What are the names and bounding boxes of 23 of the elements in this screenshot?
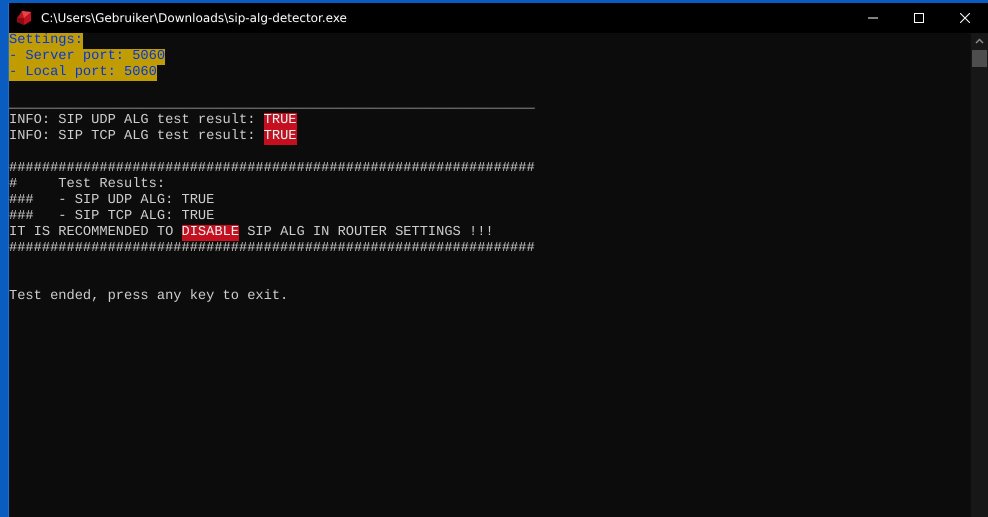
scrollbar[interactable] xyxy=(971,33,988,517)
console-text: IT IS RECOMMENDED TO xyxy=(9,225,174,241)
scroll-thumb[interactable] xyxy=(972,50,987,67)
console-text: INFO: SIP UDP ALG test result: xyxy=(9,113,256,129)
console-text: ################################################################ xyxy=(9,161,535,177)
console-text: Test ended, press any key to exit. xyxy=(9,289,288,305)
highlighted-text: - Server port: 5060 xyxy=(9,49,166,65)
console-text: SIP ALG IN ROUTER SETTINGS !!! xyxy=(246,225,494,241)
maximize-icon xyxy=(914,13,924,23)
console-text: ### - SIP UDP ALG: TRUE xyxy=(9,193,214,209)
ruby-icon xyxy=(15,9,33,27)
console-text: ### - SIP TCP ALG: TRUE xyxy=(9,209,214,225)
highlighted-text: TRUE xyxy=(264,113,296,129)
console-text: ################################################################ xyxy=(9,241,535,257)
console-text: # Test Results: xyxy=(9,177,166,193)
close-icon xyxy=(960,13,970,23)
console-text: INFO: SIP TCP ALG test result: xyxy=(9,129,256,145)
highlighted-text: - Local port: 5060 xyxy=(9,65,157,81)
highlighted-text: DISABLE xyxy=(182,225,239,241)
window-title: C:\Users\Gebruiker\Downloads\sip-alg-detector.exe xyxy=(41,11,348,25)
console-text: ________________________________________________________________ xyxy=(9,97,535,113)
highlighted-text: TRUE xyxy=(264,129,296,145)
highlighted-text: Settings: xyxy=(9,33,83,49)
